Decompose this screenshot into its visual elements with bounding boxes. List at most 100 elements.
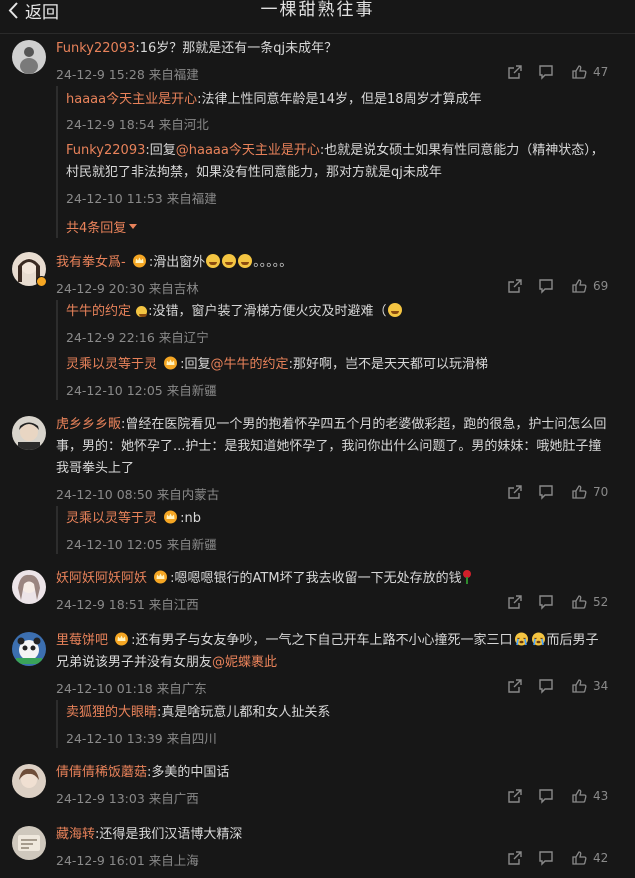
like-count: 69 — [593, 279, 609, 293]
reply-text: :法律上性同意年龄是14岁，但是18周岁才算成年 — [197, 92, 482, 107]
like-icon[interactable] — [571, 484, 587, 500]
like-count: 34 — [593, 679, 609, 693]
reply-username[interactable]: haaaa今天主业是开心 — [66, 92, 197, 107]
grin-emoji-icon — [222, 254, 237, 268]
comment-username[interactable]: 藏海转 — [56, 827, 95, 842]
reply-username[interactable]: 灵乘以灵等于灵 — [66, 511, 157, 526]
vip-badge-icon — [36, 276, 47, 287]
share-icon[interactable] — [507, 788, 523, 804]
reply-mention[interactable]: @牛牛的约定 — [211, 357, 289, 372]
comment-icon[interactable] — [538, 484, 554, 500]
comment-text-tail: 。。。。。 — [253, 255, 293, 270]
page-title: 一棵甜熟往事 — [260, 0, 375, 20]
reply-thread: 牛牛的约定 :没错，窗户装了滑梯方便火灾及时避难（ 24-12-9 22:16 … — [56, 300, 622, 400]
avatar[interactable] — [12, 826, 46, 860]
grin-emoji-icon — [238, 254, 253, 268]
grin-emoji-icon — [136, 306, 148, 317]
reply-location: 来自新疆 — [166, 383, 217, 398]
reply-username[interactable]: 牛牛的约定 — [66, 304, 131, 319]
comment-username[interactable]: 我有拳女爲- — [56, 255, 126, 270]
avatar[interactable] — [12, 632, 46, 666]
share-icon[interactable] — [507, 594, 523, 610]
top-bar: 返回 一棵甜熟往事 — [0, 0, 635, 34]
comment-text: :还得是我们汉语博大精深 — [95, 827, 243, 842]
reply-text: :真是啥玩意儿都和女人扯关系 — [157, 705, 331, 720]
avatar[interactable] — [12, 40, 46, 74]
comment-time: 24-12-10 01:18 — [56, 681, 153, 696]
crown-badge-icon — [153, 570, 168, 584]
comment-location: 来自内蒙古 — [156, 487, 220, 502]
reply-text: :没错，窗户装了滑梯方便火灾及时避难（ — [148, 304, 387, 319]
share-icon[interactable] — [507, 678, 523, 694]
like-count: 70 — [593, 485, 609, 499]
comment-time: 24-12-9 15:28 — [56, 67, 145, 82]
comment-icon[interactable] — [538, 64, 554, 80]
reply-location: 来自辽宁 — [158, 330, 209, 345]
comment-icon[interactable] — [538, 594, 554, 610]
comment-location: 来自广东 — [156, 681, 207, 696]
comment-text-continued: 我哥拳头上了 — [56, 461, 135, 476]
comment-icon[interactable] — [538, 278, 554, 294]
comment-text: :嗯嗯嗯银行的ATM坏了我去收留一下无处存放的钱 — [170, 571, 462, 586]
reply-location: 来自福建 — [166, 191, 217, 206]
comment-username[interactable]: 妖阿妖阿妖阿妖 — [56, 571, 147, 586]
avatar[interactable] — [12, 764, 46, 798]
reply-thread: 灵乘以灵等于灵 :nb 24-12-10 12:05 来自新疆 — [56, 506, 622, 554]
reply-username[interactable]: 灵乘以灵等于灵 — [66, 357, 157, 372]
like-icon[interactable] — [571, 278, 587, 294]
rose-icon — [462, 570, 472, 584]
comment-text: :滑出窗外 — [148, 255, 206, 270]
reply-thread: haaaa今天主业是开心:法律上性同意年龄是14岁，但是18周岁才算成年 24-… — [56, 86, 622, 238]
crying-emoji-icon — [514, 632, 529, 646]
comment-mention[interactable]: @妮蝶裹此 — [212, 655, 277, 670]
crown-badge-icon — [163, 510, 178, 524]
crown-badge-icon — [114, 632, 129, 646]
avatar[interactable] — [12, 570, 46, 604]
more-replies-link[interactable]: 共4条回复 — [66, 217, 138, 236]
reply-mention[interactable]: @haaaa今天主业是开心 — [176, 143, 320, 158]
reply-username[interactable]: Funky22093 — [66, 143, 145, 158]
comment-time: 24-12-9 16:01 — [56, 853, 145, 868]
reply-time: 24-12-9 22:16 — [66, 330, 155, 345]
share-icon[interactable] — [507, 484, 523, 500]
reply-prefix: :回复 — [145, 143, 176, 158]
comment-icon[interactable] — [538, 678, 554, 694]
cat-emoji-icon — [387, 303, 402, 317]
share-icon[interactable] — [507, 64, 523, 80]
avatar[interactable] — [12, 416, 46, 450]
reply-location: 来自四川 — [166, 731, 217, 746]
crying-emoji-icon — [531, 632, 546, 646]
comment-location: 来自江西 — [148, 597, 199, 612]
like-icon[interactable] — [571, 850, 587, 866]
comment-time: 24-12-9 13:03 — [56, 791, 145, 806]
like-icon[interactable] — [571, 64, 587, 80]
comment-text: :多美的中国话 — [147, 765, 230, 780]
reply-text: :那好啊，岂不是天天都可以玩滑梯 — [288, 357, 488, 372]
like-count: 43 — [593, 789, 609, 803]
reply-time: 24-12-10 13:39 — [66, 731, 163, 746]
comment-username[interactable]: Funky22093 — [56, 41, 135, 56]
comment-time: 24-12-10 08:50 — [56, 487, 153, 502]
comment-location: 来自上海 — [148, 853, 199, 868]
comment-username[interactable]: 里莓饼吧 — [56, 633, 108, 648]
share-icon[interactable] — [507, 850, 523, 866]
like-icon[interactable] — [571, 788, 587, 804]
comment-icon[interactable] — [538, 850, 554, 866]
reply-text: :也就是说女硕士如果有性同意能力（精神状态）， — [319, 143, 604, 158]
more-replies-label: 共4条回复 — [66, 221, 127, 236]
like-count: 42 — [593, 851, 609, 865]
comment-time: 24-12-9 20:30 — [56, 281, 145, 296]
expand-triangle-icon — [129, 224, 138, 229]
crown-badge-icon — [132, 254, 147, 268]
comment-username[interactable]: 倩倩倩稀饭蘑菇 — [56, 765, 147, 780]
share-icon[interactable] — [507, 278, 523, 294]
like-icon[interactable] — [571, 594, 587, 610]
comment-icon[interactable] — [538, 788, 554, 804]
reply-text-continued: 村民就犯了非法拘禁，如果没有性同意能力，那对方就是qj未成年 — [66, 165, 442, 180]
like-icon[interactable] — [571, 678, 587, 694]
grin-emoji-icon — [206, 254, 221, 268]
comment-username[interactable]: 虎乡乡乡畈 — [56, 417, 121, 432]
comment-location: 来自福建 — [148, 67, 199, 82]
reply-location: 来自新疆 — [166, 537, 217, 552]
reply-username[interactable]: 卖狐狸的大眼睛 — [66, 705, 157, 720]
